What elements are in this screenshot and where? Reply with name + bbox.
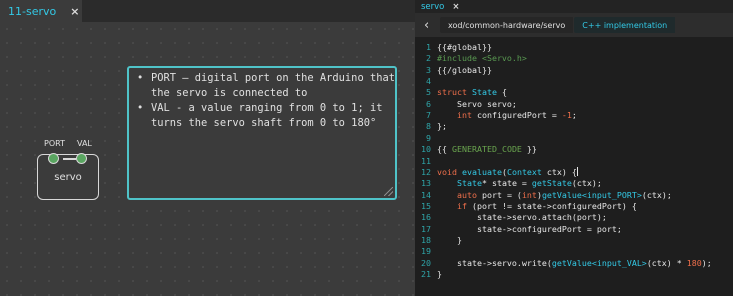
- line-number: 21: [421, 269, 431, 279]
- breadcrumb-active: C++ implementation: [574, 17, 676, 33]
- line-number: 16: [421, 212, 431, 223]
- code-text: {{#global}}: [437, 42, 492, 52]
- pin-port[interactable]: [48, 153, 59, 164]
- code-line: 4: [415, 76, 733, 87]
- code-text: state->servo.write(getValue<input_VAL>(c…: [437, 257, 712, 268]
- line-number: 1: [426, 42, 431, 52]
- line-number: 3: [426, 64, 431, 75]
- code-text: state->configuredPort = port;: [437, 223, 622, 234]
- node-title: servo: [54, 172, 82, 183]
- code-line: 7 int configuredPort = -1;: [415, 110, 733, 121]
- pin-label-val: VAL: [77, 139, 92, 148]
- code-text: }: [437, 234, 462, 245]
- close-icon[interactable]: ×: [70, 5, 79, 18]
- code-line: 10 {{ GENERATED_CODE }}: [415, 144, 733, 155]
- line-number: 14: [421, 189, 431, 200]
- line-number: 19: [421, 246, 431, 257]
- pin-link: [63, 158, 76, 160]
- code-text: Servo servo;: [437, 98, 517, 109]
- breadcrumb-path[interactable]: xod/common-hardware/servo: [440, 17, 574, 33]
- code-text: state->servo.attach(port);: [437, 212, 607, 223]
- code-line: 15 if (port != state->configuredPort) {: [415, 201, 733, 212]
- tab-label: 11-servo: [8, 4, 57, 18]
- code-text: {{/global}}: [437, 64, 492, 75]
- back-arrow-icon[interactable]: ‹: [424, 18, 436, 33]
- code-line: 6 Servo servo;: [415, 99, 733, 110]
- code-line: 1 {{#global}}: [415, 42, 733, 53]
- line-number: 18: [421, 234, 431, 245]
- line-number: 5: [426, 87, 431, 98]
- line-number: 20: [421, 257, 431, 268]
- code-line: 9: [415, 133, 733, 144]
- comment-box[interactable]: PORT – digital port on the Arduino that …: [127, 66, 397, 200]
- code-line: 11: [415, 156, 733, 167]
- code-text: struct State {: [437, 87, 507, 98]
- resize-handle-icon[interactable]: [384, 187, 393, 196]
- tab-11-servo[interactable]: 11-servo ×: [0, 0, 82, 22]
- code-tabbar: servo ×: [415, 0, 733, 13]
- code-line: 17 state->configuredPort = port;: [415, 224, 733, 235]
- line-number: 4: [426, 76, 431, 87]
- tab-label: servo: [421, 1, 445, 12]
- line-number: 15: [421, 200, 431, 211]
- code-line: 18 }: [415, 235, 733, 246]
- line-number: 11: [421, 155, 431, 166]
- code-text: void evaluate(Context ctx) {: [437, 166, 578, 177]
- code-editor-pane: servo × ‹ xod/common-hardware/servo C++ …: [415, 0, 733, 296]
- comment-list: PORT – digital port on the Arduino that …: [129, 68, 395, 131]
- code-line: 12 void evaluate(Context ctx) {: [415, 166, 733, 178]
- code-line: 3 {{/global}}: [415, 65, 733, 76]
- patch-editor: 11-servo × PORT – digital port on the Ar…: [0, 0, 415, 296]
- code-line: 21}: [415, 269, 733, 280]
- code-text: State* state = getState(ctx);: [456, 178, 602, 189]
- pin-val[interactable]: [76, 153, 87, 164]
- comment-item-port: PORT – digital port on the Arduino that …: [137, 71, 395, 101]
- code-line: 5 struct State {: [415, 87, 733, 98]
- code-area[interactable]: 1 {{#global}} 2 #include <Servo.h> 3 {{/globa…: [415, 42, 733, 296]
- code-text: };: [437, 121, 447, 132]
- code-line: 16 state->servo.attach(port);: [415, 212, 733, 223]
- code-line: 20 state->servo.write(getValue<input_VAL…: [415, 258, 733, 269]
- code-text: int configuredPort = -1;: [456, 110, 577, 121]
- code-line: 13 State* state = getState(ctx);: [415, 178, 733, 189]
- line-number: 8: [426, 121, 431, 132]
- code-text: {{ GENERATED_CODE }}: [437, 144, 537, 155]
- line-number: 2: [426, 53, 431, 64]
- line-number: 6: [426, 98, 431, 109]
- code-text: auto port = (int)getValue<input_PORT>(ct…: [456, 189, 672, 200]
- patch-tabbar: 11-servo ×: [0, 0, 415, 22]
- line-number: 13: [421, 178, 431, 189]
- line-number: 17: [421, 223, 431, 234]
- code-line: 8};: [415, 121, 733, 132]
- code-text: if (port != state->configuredPort) {: [456, 200, 637, 211]
- code-text: #include <Servo.h>: [437, 53, 527, 64]
- code-line: 14 auto port = (int)getValue<input_PORT>…: [415, 190, 733, 201]
- line-number: 10: [421, 144, 431, 155]
- code-line: 2 #include <Servo.h>: [415, 53, 733, 64]
- pin-label-port: PORT: [44, 139, 65, 148]
- line-number: 7: [426, 110, 431, 121]
- line-number: 9: [426, 132, 431, 143]
- line-number: 12: [421, 166, 431, 177]
- code-line: 19: [415, 246, 733, 257]
- close-icon[interactable]: ×: [452, 2, 459, 12]
- text-cursor: [576, 166, 578, 176]
- breadcrumb: ‹ xod/common-hardware/servo C++ implemen…: [415, 13, 733, 37]
- comment-item-val: VAL - a value ranging from 0 to 1; it tu…: [137, 101, 395, 131]
- code-text: }: [437, 269, 442, 279]
- tab-servo[interactable]: servo ×: [415, 0, 466, 13]
